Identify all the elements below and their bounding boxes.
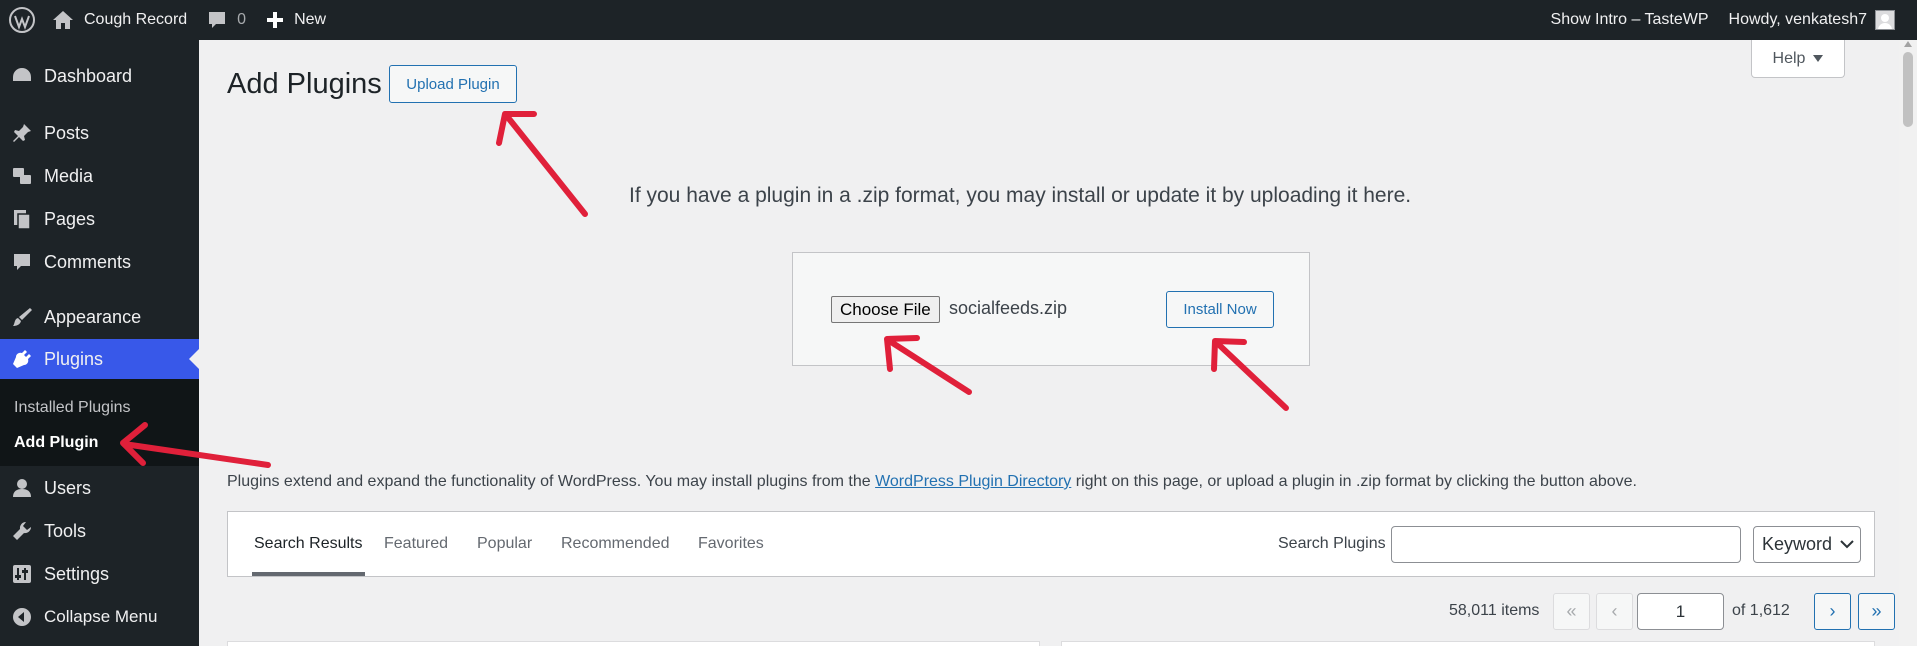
sidebar-item-settings[interactable]: Settings — [0, 554, 199, 594]
prev-page-button: ‹ — [1596, 593, 1633, 630]
admin-bar: Cough Record 0 New Show Intro – TasteWP … — [0, 0, 1917, 40]
search-plugins-input[interactable] — [1391, 526, 1741, 563]
user-icon — [13, 479, 31, 497]
sidebar-item-label: Media — [44, 165, 94, 186]
selected-file-name: socialfeeds.zip — [949, 298, 1068, 318]
search-type-select[interactable]: Keyword — [1753, 526, 1861, 563]
sidebar-item-label: Dashboard — [44, 65, 133, 86]
howdy-label: Howdy, venkatesh7 — [1728, 11, 1867, 28]
brush-icon — [13, 308, 32, 326]
install-now-button[interactable]: Install Now — [1166, 291, 1274, 328]
help-label: Help — [1772, 49, 1806, 67]
my-account-link[interactable]: Howdy, venkatesh7 — [1719, 0, 1917, 40]
plugin-directory-link[interactable]: WordPress Plugin Directory — [875, 473, 1071, 490]
items-count: 58,011 items — [1449, 602, 1540, 619]
plugin-filter-bar: Search Results Featured Popular Recommen… — [227, 511, 1875, 577]
search-plugins-label: Search Plugins — [1278, 535, 1386, 552]
wrench-icon — [13, 521, 32, 540]
choose-file-button[interactable]: Choose File — [831, 296, 940, 323]
page-title: Add Plugins — [227, 68, 382, 100]
show-intro-label: Show Intro – TasteWP — [1550, 11, 1709, 28]
comment-icon — [14, 254, 30, 270]
tab-favorites[interactable]: Favorites — [698, 512, 764, 576]
description-text-end: right on this page, or upload a plugin i… — [1071, 473, 1637, 490]
sidebar-item-tools[interactable]: Tools — [0, 511, 199, 551]
comments-count: 0 — [237, 11, 247, 28]
chevron-down-icon — [1840, 540, 1854, 549]
help-tab-button[interactable]: Help — [1751, 40, 1845, 78]
sidebar-item-posts[interactable]: Posts — [0, 113, 199, 153]
dashboard-icon — [13, 68, 31, 81]
sidebar-item-label: Pages — [44, 208, 96, 229]
sidebar-item-label: Users — [44, 477, 92, 498]
scroll-thumb[interactable] — [1903, 52, 1913, 127]
home-icon — [53, 11, 73, 29]
upload-plugin-form: Choose File socialfeeds.zip Install Now — [792, 252, 1310, 366]
pages-icon — [14, 210, 31, 230]
plugins-submenu: Installed Plugins Add Plugin — [0, 379, 199, 466]
collapse-icon — [13, 608, 31, 626]
total-pages: of 1,612 — [1732, 602, 1790, 619]
next-page-button[interactable]: › — [1814, 593, 1851, 630]
search-type-value: Keyword — [1762, 534, 1833, 554]
sidebar-item-pages[interactable]: Pages — [0, 199, 199, 239]
tab-recommended[interactable]: Recommended — [561, 512, 670, 576]
first-page-button: « — [1553, 593, 1590, 630]
sidebar-item-label: Collapse Menu — [44, 607, 158, 626]
sidebar-item-label: Tools — [44, 520, 87, 541]
plugin-card — [1061, 641, 1875, 646]
sidebar-item-label: Posts — [44, 122, 90, 143]
page-scrollbar[interactable] — [1899, 40, 1917, 646]
media-icon — [13, 168, 31, 184]
sidebar-item-label: Plugins — [44, 348, 104, 369]
upload-plugin-button[interactable]: Upload Plugin — [389, 65, 517, 103]
settings-icon — [13, 565, 31, 583]
description-text: Plugins extend and expand the functional… — [227, 473, 876, 490]
upload-instructions: If you have a plugin in a .zip format, y… — [629, 184, 1412, 207]
comments-link[interactable]: 0 — [197, 0, 256, 40]
plugin-card — [227, 641, 1040, 646]
admin-sidebar: Dashboard Posts Media Pages Comments App… — [0, 40, 199, 646]
new-content-link[interactable]: New — [256, 0, 336, 40]
submenu-add-plugin[interactable]: Add Plugin — [14, 434, 98, 452]
sidebar-item-label: Appearance — [44, 306, 142, 327]
pin-icon — [13, 124, 31, 142]
scroll-up-arrow-icon[interactable] — [1904, 41, 1912, 47]
sidebar-item-appearance[interactable]: Appearance — [0, 297, 199, 337]
sidebar-item-media[interactable]: Media — [0, 156, 199, 196]
tab-featured[interactable]: Featured — [384, 512, 448, 576]
wordpress-logo-icon[interactable] — [2, 0, 42, 40]
avatar — [1875, 10, 1895, 30]
submenu-installed-plugins[interactable]: Installed Plugins — [14, 399, 131, 417]
sidebar-item-plugins[interactable]: Plugins — [0, 339, 199, 379]
plugins-description: Plugins extend and expand the functional… — [227, 473, 1637, 491]
caret-down-icon — [1813, 54, 1824, 62]
collapse-menu-button[interactable]: Collapse Menu — [0, 597, 199, 637]
site-name-link[interactable]: Cough Record — [42, 0, 197, 40]
tab-search-results[interactable]: Search Results — [252, 512, 365, 576]
sidebar-item-comments[interactable]: Comments — [0, 242, 199, 282]
sidebar-item-users[interactable]: Users — [0, 468, 199, 508]
comment-bubble-icon — [209, 12, 226, 28]
new-label: New — [294, 11, 327, 28]
sidebar-item-dashboard[interactable]: Dashboard — [0, 56, 199, 96]
main-content: Add Plugins Upload Plugin Help If you ha… — [199, 40, 1899, 646]
sidebar-item-label: Comments — [44, 251, 132, 272]
site-name: Cough Record — [84, 11, 188, 28]
sidebar-item-label: Settings — [44, 563, 110, 584]
plus-icon — [267, 12, 284, 28]
plugin-icon — [13, 350, 31, 368]
last-page-button[interactable]: » — [1858, 593, 1895, 630]
tab-popular[interactable]: Popular — [477, 512, 532, 576]
current-page-input[interactable]: 1 — [1637, 593, 1724, 630]
show-intro-link[interactable]: Show Intro – TasteWP — [1541, 0, 1719, 40]
